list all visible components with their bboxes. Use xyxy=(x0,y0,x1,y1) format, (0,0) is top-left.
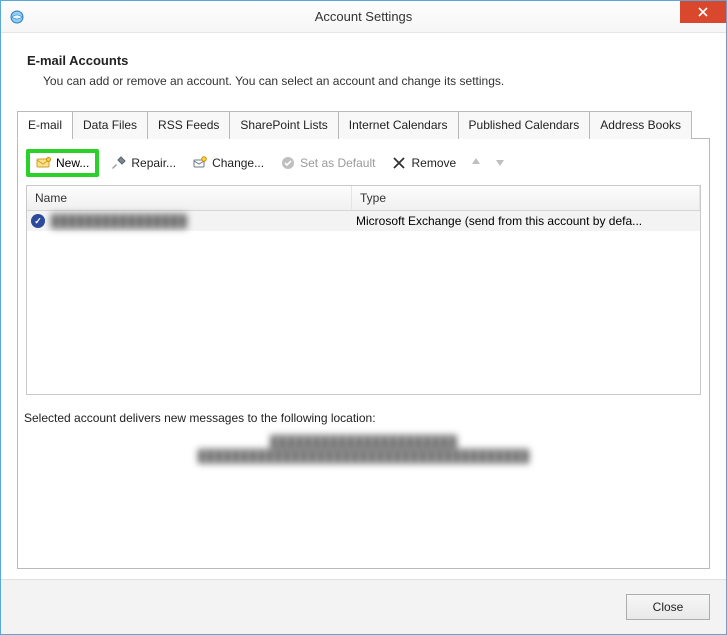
remove-icon xyxy=(391,155,407,171)
row-type: Microsoft Exchange (send from this accou… xyxy=(356,214,696,228)
tab-sharepoint-lists[interactable]: SharePoint Lists xyxy=(229,111,338,139)
new-button[interactable]: New... xyxy=(26,149,99,177)
column-header-name[interactable]: Name xyxy=(27,186,352,210)
content-area: E-mail Accounts You can add or remove an… xyxy=(1,33,726,579)
move-down-button xyxy=(492,156,508,171)
set-default-button-label: Set as Default xyxy=(300,156,375,170)
list-header: Name Type xyxy=(27,186,700,211)
envelope-new-icon xyxy=(36,155,52,171)
app-icon xyxy=(9,9,25,25)
change-button-label: Change... xyxy=(212,156,264,170)
tab-strip: E-mail Data Files RSS Feeds SharePoint L… xyxy=(17,110,710,139)
close-icon xyxy=(698,7,708,17)
delivery-location-block: ██████████████████████ █████████████████… xyxy=(198,435,530,463)
column-header-type[interactable]: Type xyxy=(352,186,700,210)
list-row[interactable]: ✓ ████████████████ Microsoft Exchange (s… xyxy=(27,211,700,231)
bottom-bar: Close xyxy=(1,579,726,634)
repair-button-label: Repair... xyxy=(131,156,176,170)
window-close-button[interactable] xyxy=(680,1,726,23)
change-icon xyxy=(192,155,208,171)
window-title: Account Settings xyxy=(1,9,726,24)
section-title: E-mail Accounts xyxy=(27,53,710,68)
toolbar: New... Repair... Change... xyxy=(18,149,709,185)
default-account-icon: ✓ xyxy=(31,214,45,228)
remove-button[interactable]: Remove xyxy=(387,153,460,173)
tab-panel-email: New... Repair... Change... xyxy=(17,139,710,569)
close-button[interactable]: Close xyxy=(626,594,710,620)
set-default-button: Set as Default xyxy=(276,153,379,173)
tab-rss-feeds[interactable]: RSS Feeds xyxy=(147,111,230,139)
section-description: You can add or remove an account. You ca… xyxy=(43,74,710,88)
arrow-down-icon xyxy=(494,156,506,168)
account-settings-window: Account Settings E-mail Accounts You can… xyxy=(0,0,727,635)
wrench-icon xyxy=(111,155,127,171)
tab-internet-calendars[interactable]: Internet Calendars xyxy=(338,111,459,139)
delivery-location-title: ██████████████████████ xyxy=(198,435,530,449)
row-name: ████████████████ xyxy=(51,214,356,228)
delivery-location-label: Selected account delivers new messages t… xyxy=(24,411,703,425)
account-list: Name Type ✓ ████████████████ Microsoft E… xyxy=(26,185,701,395)
tab-address-books[interactable]: Address Books xyxy=(589,111,692,139)
remove-button-label: Remove xyxy=(411,156,456,170)
delivery-location-detail: ███████████████████████████████████████ xyxy=(198,449,530,463)
change-button[interactable]: Change... xyxy=(188,153,268,173)
new-button-label: New... xyxy=(56,156,89,170)
move-up-button xyxy=(468,156,484,171)
repair-button[interactable]: Repair... xyxy=(107,153,180,173)
check-circle-icon xyxy=(280,155,296,171)
tab-email[interactable]: E-mail xyxy=(17,111,73,139)
tab-data-files[interactable]: Data Files xyxy=(72,111,148,139)
tab-published-calendars[interactable]: Published Calendars xyxy=(458,111,591,139)
titlebar: Account Settings xyxy=(1,1,726,33)
arrow-up-icon xyxy=(470,156,482,168)
